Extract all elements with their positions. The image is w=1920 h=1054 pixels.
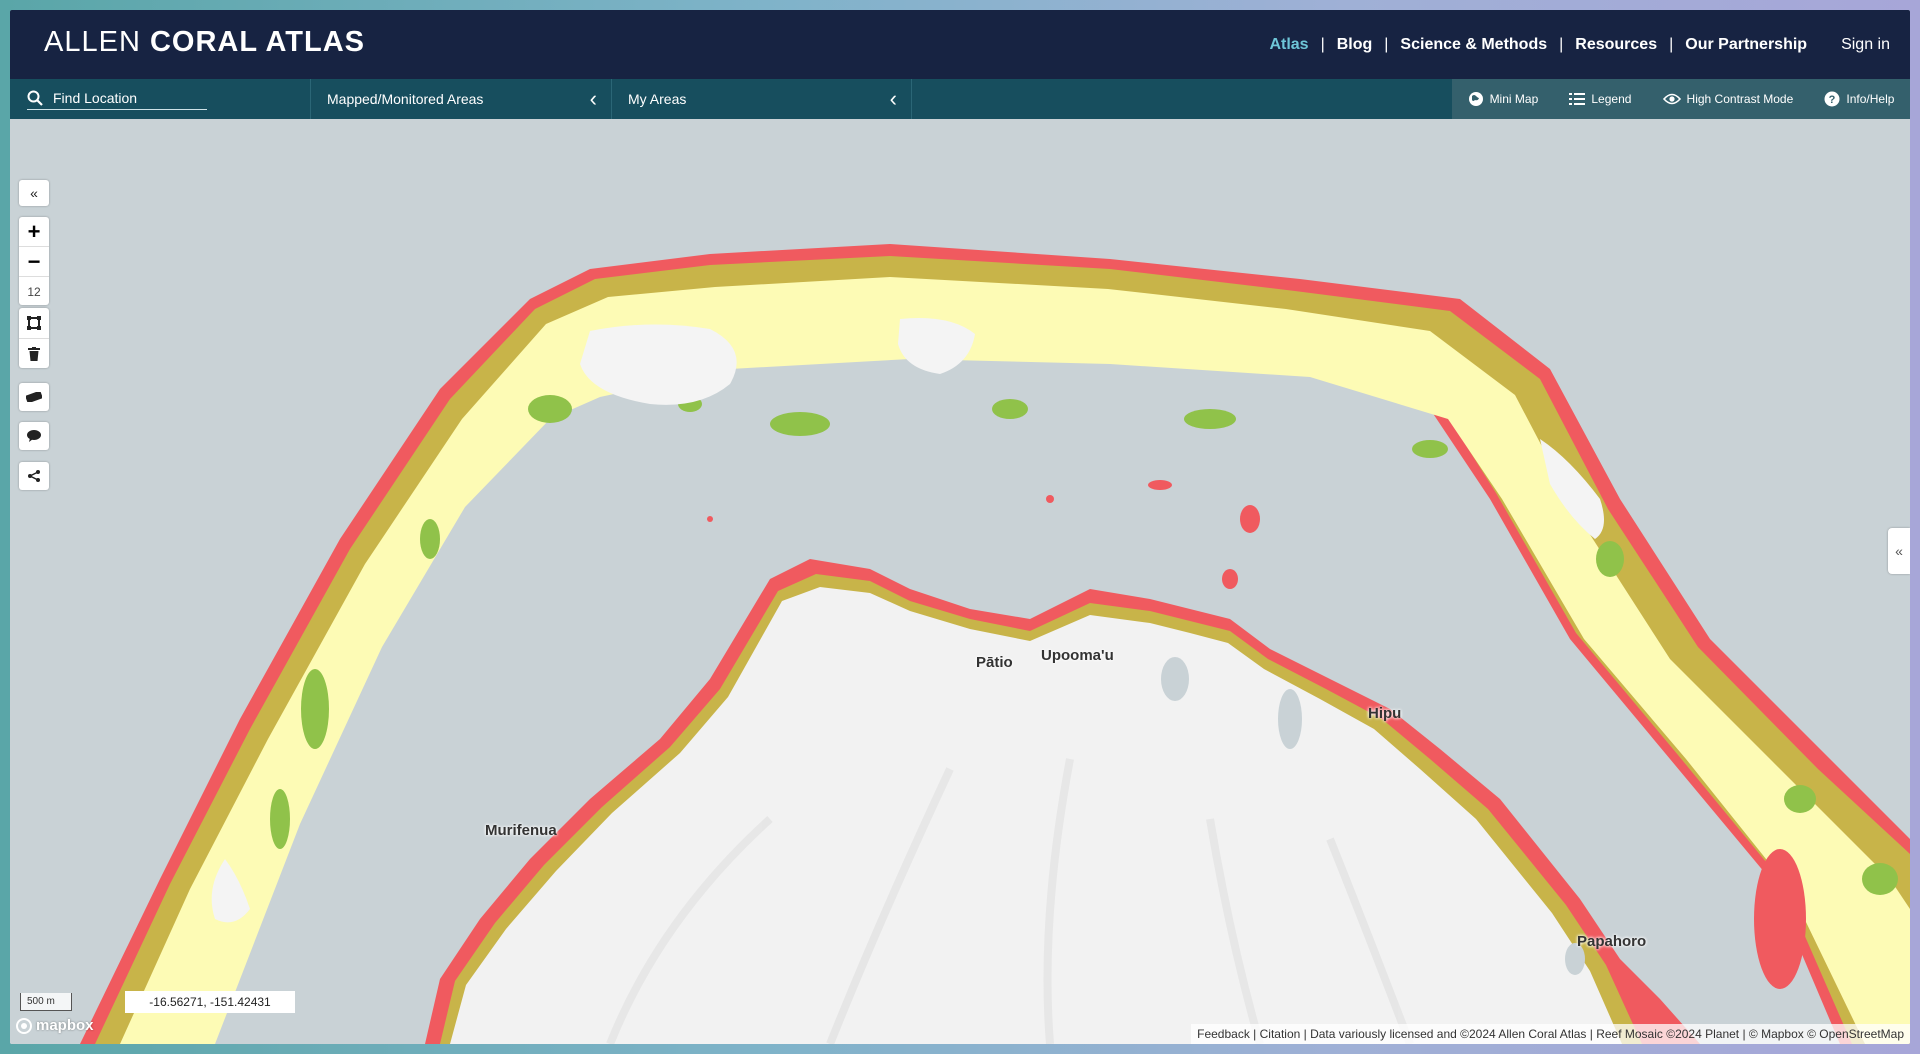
zoom-out-button[interactable]: − bbox=[19, 246, 49, 276]
tab-label: Mapped/Monitored Areas bbox=[327, 91, 484, 107]
main-island-land bbox=[450, 587, 1622, 1044]
measure-button[interactable] bbox=[19, 383, 49, 411]
app-window: ALLEN CORAL ATLAS Atlas | Blog | Science… bbox=[10, 10, 1910, 1044]
map-canvas[interactable]: Pātio Upooma'u Hipu Murifenua Papahoro « bbox=[10, 119, 1910, 1044]
sign-in-link[interactable]: Sign in bbox=[1841, 36, 1890, 54]
high-contrast-mode-label: High Contrast Mode bbox=[1686, 92, 1794, 106]
double-chevron-left-icon: « bbox=[1895, 543, 1903, 559]
nav-atlas[interactable]: Atlas bbox=[1257, 36, 1320, 54]
mapbox-wordmark: mapbox bbox=[36, 1017, 94, 1034]
svg-text:?: ? bbox=[1829, 94, 1836, 106]
place-label: Papahoro bbox=[1577, 933, 1647, 950]
info-help-label: Info/Help bbox=[1846, 92, 1895, 106]
tab-my-areas[interactable]: My Areas ‹ bbox=[611, 79, 912, 119]
ruler-icon bbox=[26, 392, 42, 402]
help-icon: ? bbox=[1824, 91, 1840, 107]
place-label: Upooma'u bbox=[1041, 647, 1114, 664]
globe-icon bbox=[1468, 92, 1483, 106]
zoom-level: 12 bbox=[19, 276, 49, 307]
legend-label: Legend bbox=[1591, 92, 1632, 106]
map-tiles bbox=[80, 244, 1910, 1044]
zoom-controls: + − 12 bbox=[19, 217, 49, 305]
tab-mapped-monitored-areas[interactable]: Mapped/Monitored Areas ‹ bbox=[310, 79, 611, 119]
mini-map-button[interactable]: Mini Map bbox=[1468, 91, 1539, 107]
comment-button[interactable] bbox=[19, 422, 49, 450]
share-icon bbox=[28, 470, 40, 482]
list-icon bbox=[1569, 93, 1586, 105]
right-panel-collapse-button[interactable]: « bbox=[1888, 528, 1910, 574]
collapse-controls-button[interactable]: « bbox=[19, 180, 49, 206]
map-tools: Mini Map Legend High Contrast Mode ? Inf… bbox=[1452, 79, 1910, 119]
double-chevron-left-icon: « bbox=[30, 185, 38, 201]
polygon-icon bbox=[27, 316, 41, 330]
trash-icon bbox=[28, 347, 40, 361]
logo-text-allen: ALLEN bbox=[44, 26, 141, 58]
top-navigation-bar: ALLEN CORAL ATLAS Atlas | Blog | Science… bbox=[10, 10, 1910, 79]
nav-blog[interactable]: Blog bbox=[1325, 36, 1385, 54]
delete-shape-button[interactable] bbox=[19, 338, 49, 369]
mapbox-logo[interactable]: mapbox bbox=[16, 1017, 94, 1034]
scale-bar: 500 m bbox=[20, 993, 72, 1011]
search-icon bbox=[27, 90, 43, 106]
draw-controls bbox=[19, 308, 49, 368]
cursor-coordinates: -16.56271, -151.42431 bbox=[125, 991, 295, 1013]
nav-resources[interactable]: Resources bbox=[1563, 36, 1669, 54]
find-location-label: Find Location bbox=[53, 90, 138, 106]
place-label: Pātio bbox=[976, 654, 1013, 671]
info-help-button[interactable]: ? Info/Help bbox=[1824, 91, 1894, 107]
logo-text-coral-atlas: CORAL ATLAS bbox=[149, 26, 366, 58]
chevron-left-icon: ‹ bbox=[589, 86, 597, 111]
speech-bubble-icon bbox=[27, 430, 41, 442]
zoom-in-button[interactable]: + bbox=[19, 217, 49, 246]
draw-polygon-button[interactable] bbox=[19, 308, 49, 338]
nav-our-partnership[interactable]: Our Partnership bbox=[1673, 36, 1819, 54]
find-location-search[interactable]: Find Location bbox=[27, 87, 207, 110]
legend-button[interactable]: Legend bbox=[1569, 92, 1631, 106]
mapbox-icon bbox=[16, 1017, 32, 1034]
allen-coral-atlas-logo[interactable]: ALLEN CORAL ATLAS bbox=[44, 26, 365, 59]
map-attribution[interactable]: Feedback | Citation | Data variously lic… bbox=[1191, 1024, 1910, 1044]
eye-icon bbox=[1662, 93, 1681, 105]
map-toolbar: Find Location Mapped/Monitored Areas ‹ M… bbox=[10, 79, 1910, 119]
nav-science-methods[interactable]: Science & Methods bbox=[1388, 36, 1559, 54]
share-button[interactable] bbox=[19, 462, 49, 490]
mini-map-label: Mini Map bbox=[1489, 92, 1539, 106]
place-label: Murifenua bbox=[485, 822, 557, 839]
chevron-left-icon: ‹ bbox=[889, 86, 897, 111]
high-contrast-mode-button[interactable]: High Contrast Mode bbox=[1662, 92, 1794, 106]
tab-label: My Areas bbox=[628, 91, 687, 107]
place-label: Hipu bbox=[1368, 705, 1402, 722]
main-nav: Atlas | Blog | Science & Methods | Resou… bbox=[1257, 10, 1890, 79]
